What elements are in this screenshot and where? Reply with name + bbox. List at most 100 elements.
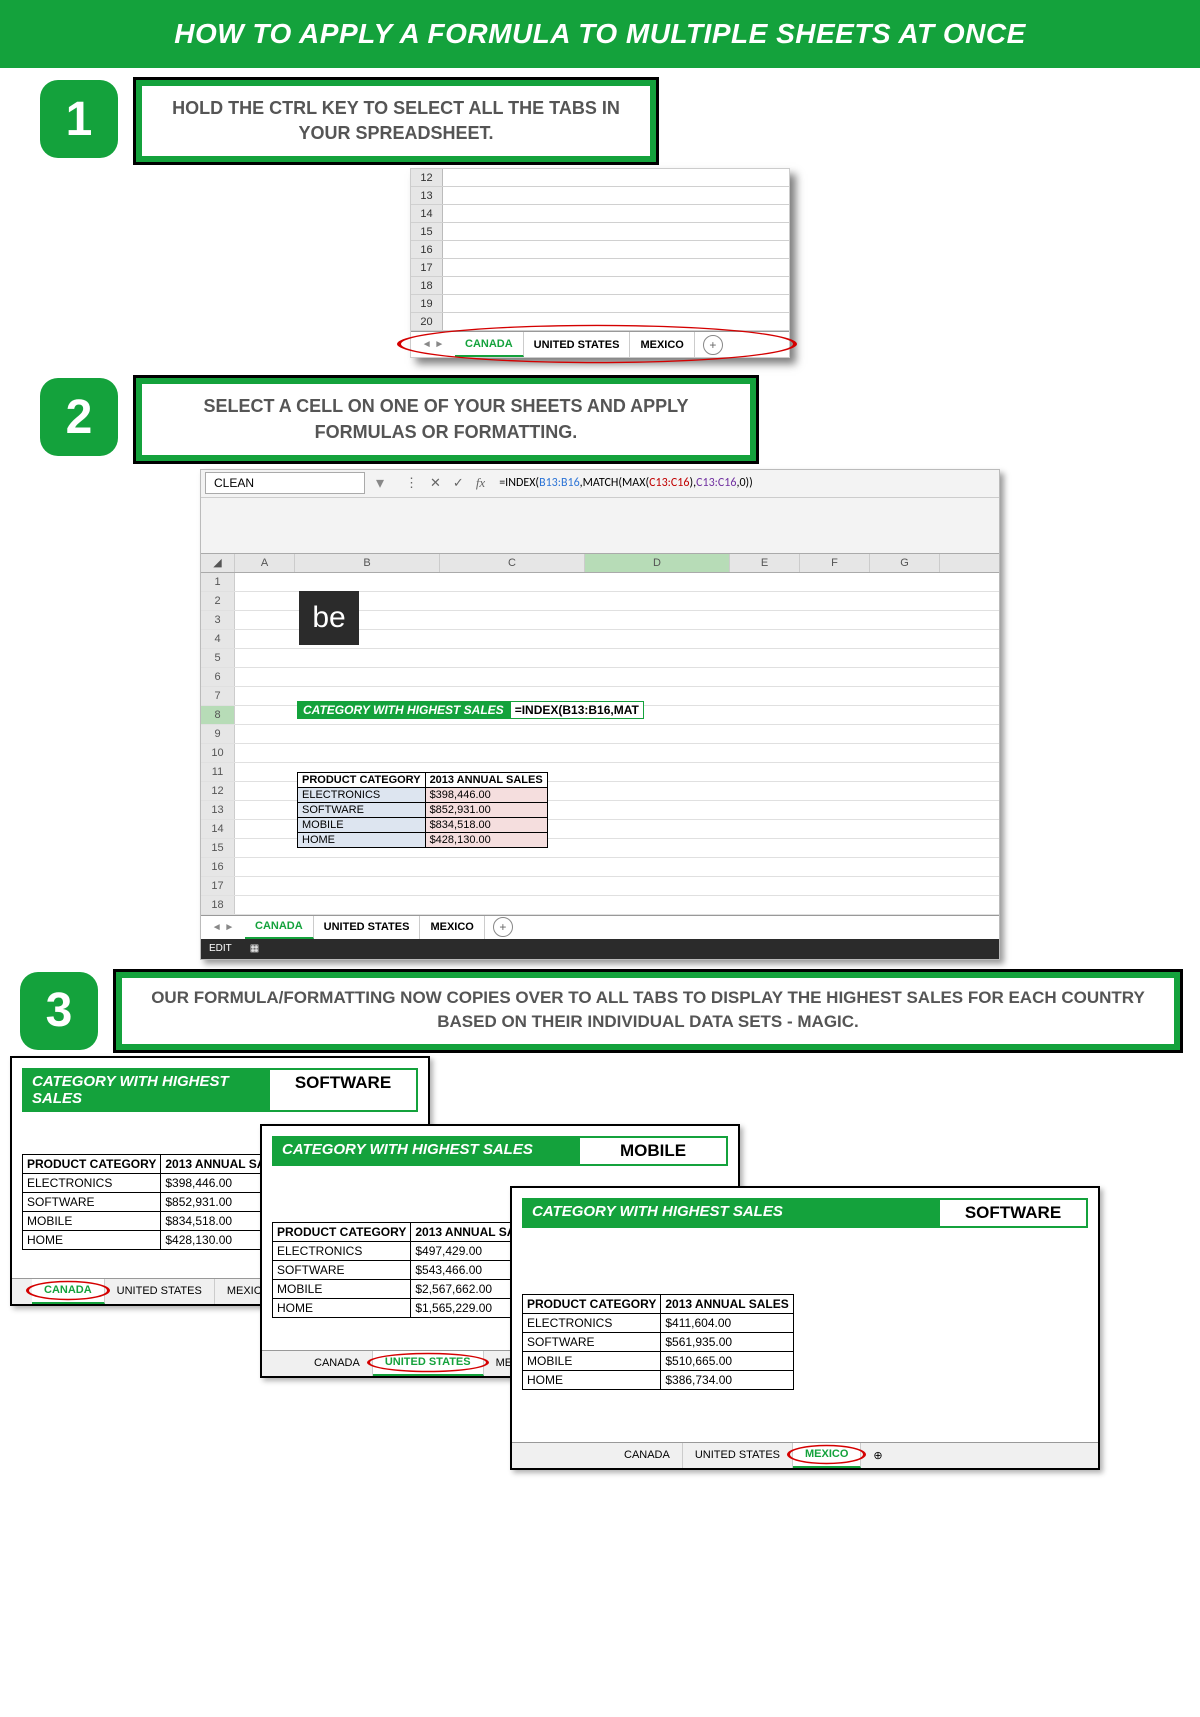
table-cell[interactable]: HOME xyxy=(273,1298,411,1317)
table-cell[interactable]: $834,518.00 xyxy=(425,817,547,832)
row-header[interactable]: 14 xyxy=(411,205,443,222)
result-value: SOFTWARE xyxy=(268,1068,418,1112)
row-header[interactable]: 14 xyxy=(201,820,235,838)
add-sheet-icon[interactable]: ⊕ xyxy=(861,1443,894,1468)
sheet-tab-canada[interactable]: CANADA xyxy=(245,916,314,939)
tab-nav-arrows[interactable]: ◄ ► xyxy=(201,922,245,933)
table-cell[interactable]: $510,665.00 xyxy=(661,1351,793,1370)
table-cell[interactable]: ELECTRONICS xyxy=(523,1313,661,1332)
row-header[interactable]: 13 xyxy=(411,187,443,204)
sheet-tab-canada[interactable]: CANADA xyxy=(455,332,524,357)
step1-text: HOLD THE CTRL KEY TO SELECT ALL THE TABS… xyxy=(172,96,620,146)
row-header[interactable]: 9 xyxy=(201,725,235,743)
row-header[interactable]: 7 xyxy=(201,687,235,705)
step2-screenshot: ▾ ⋮ ✕ ✓ fx =INDEX(B13:B16,MATCH(MAX(C13:… xyxy=(200,469,1000,960)
table-cell[interactable]: $386,734.00 xyxy=(661,1370,793,1389)
col-header[interactable]: B xyxy=(295,554,440,572)
data-table: PRODUCT CATEGORY2013 ANNUAL SALES ELECTR… xyxy=(272,1222,544,1318)
table-cell[interactable]: SOFTWARE xyxy=(23,1192,161,1211)
row-header[interactable]: 17 xyxy=(411,259,443,276)
cancel-formula-icon[interactable]: ✕ xyxy=(430,475,441,491)
result-value: SOFTWARE xyxy=(938,1198,1088,1228)
table-cell[interactable]: $561,935.00 xyxy=(661,1332,793,1351)
highest-sales-label: CATEGORY WITH HIGHEST SALES xyxy=(272,1136,578,1166)
table-cell[interactable]: HOME xyxy=(23,1230,161,1249)
col-header[interactable]: E xyxy=(730,554,800,572)
row-header[interactable]: 19 xyxy=(411,295,443,312)
row-header[interactable]: 12 xyxy=(201,782,235,800)
row-header[interactable]: 10 xyxy=(201,744,235,762)
sheet-tab-us[interactable]: UNITED STATES xyxy=(683,1443,793,1468)
table-cell[interactable]: MOBILE xyxy=(273,1279,411,1298)
row-header[interactable]: 4 xyxy=(201,630,235,648)
highest-sales-label: CATEGORY WITH HIGHEST SALES xyxy=(22,1068,268,1112)
step3-text: OUR FORMULA/FORMATTING NOW COPIES OVER T… xyxy=(116,972,1180,1050)
sheet-tab-canada[interactable]: CANADA xyxy=(612,1443,683,1468)
table-cell[interactable]: MOBILE xyxy=(523,1351,661,1370)
row-header[interactable]: 1 xyxy=(201,573,235,591)
row-header[interactable]: 8 xyxy=(201,706,235,724)
row-header[interactable]: 15 xyxy=(201,839,235,857)
step1-number: 1 xyxy=(40,80,118,158)
row-header[interactable]: 12 xyxy=(411,169,443,186)
enter-formula-icon[interactable]: ✓ xyxy=(453,475,464,491)
formula-expand-icon[interactable]: ⋮ xyxy=(405,475,418,491)
step3-number: 3 xyxy=(20,972,98,1050)
table-cell[interactable]: MOBILE xyxy=(23,1211,161,1230)
sheet-tab-us[interactable]: UNITED STATES xyxy=(105,1279,215,1304)
row-header[interactable]: 17 xyxy=(201,877,235,895)
row-header[interactable]: 16 xyxy=(201,858,235,876)
table-cell[interactable]: ELECTRONICS xyxy=(298,787,426,802)
fx-icon[interactable]: fx xyxy=(476,475,485,491)
row-header[interactable]: 3 xyxy=(201,611,235,629)
step1-screenshot: 12 13 14 15 16 17 18 19 20 ◄ ► CANADA UN… xyxy=(410,168,790,358)
row-header[interactable]: 6 xyxy=(201,668,235,686)
row-header[interactable]: 5 xyxy=(201,649,235,667)
table-cell[interactable]: $398,446.00 xyxy=(425,787,547,802)
sheet-tab-mexico[interactable]: MEXICO xyxy=(630,332,694,357)
step2-header: 2 SELECT A CELL ON ONE OF YOUR SHEETS AN… xyxy=(0,378,1200,460)
table-cell[interactable]: SOFTWARE xyxy=(298,802,426,817)
row-header[interactable]: 18 xyxy=(411,277,443,294)
sheet-tab-us[interactable]: UNITED STATES xyxy=(373,1351,484,1376)
highest-sales-label: CATEGORY WITH HIGHEST SALES xyxy=(297,701,510,719)
formula-bar[interactable]: =INDEX(B13:B16,MATCH(MAX(C13:C16),C13:C1… xyxy=(495,476,753,490)
col-header[interactable]: F xyxy=(800,554,870,572)
sheet-tab-canada[interactable]: CANADA xyxy=(302,1351,373,1376)
table-cell[interactable]: ELECTRONICS xyxy=(23,1173,161,1192)
table-cell[interactable]: MOBILE xyxy=(298,817,426,832)
sheet-tab-us[interactable]: UNITED STATES xyxy=(314,916,421,939)
table-cell[interactable]: $852,931.00 xyxy=(425,802,547,817)
col-header[interactable]: G xyxy=(870,554,940,572)
col-header[interactable]: A xyxy=(235,554,295,572)
table-cell[interactable]: ELECTRONICS xyxy=(273,1241,411,1260)
table-cell[interactable]: SOFTWARE xyxy=(273,1260,411,1279)
sheet-tab-mexico[interactable]: MEXICO xyxy=(420,916,484,939)
row-header[interactable]: 20 xyxy=(411,313,443,330)
sheet-tab-us[interactable]: UNITED STATES xyxy=(524,332,631,357)
row-header[interactable]: 18 xyxy=(201,896,235,914)
col-header[interactable]: C xyxy=(440,554,585,572)
sheet-tab-canada[interactable]: CANADA xyxy=(32,1279,105,1304)
row-header[interactable]: 15 xyxy=(411,223,443,240)
row-header[interactable]: 13 xyxy=(201,801,235,819)
name-box[interactable] xyxy=(205,472,365,494)
row-header[interactable]: 16 xyxy=(411,241,443,258)
table-cell[interactable]: HOME xyxy=(298,832,426,847)
tab-nav-arrows[interactable]: ◄ ► xyxy=(411,339,455,350)
step2-number: 2 xyxy=(40,378,118,456)
table-cell[interactable]: SOFTWARE xyxy=(523,1332,661,1351)
macro-record-icon[interactable]: ▦ xyxy=(250,943,259,954)
add-sheet-icon[interactable]: + xyxy=(703,335,723,355)
active-cell[interactable]: =INDEX(B13:B16,MAT xyxy=(510,701,644,719)
select-all-corner[interactable]: ◢ xyxy=(201,554,235,572)
row-header[interactable]: 11 xyxy=(201,763,235,781)
data-table: PRODUCT CATEGORY2013 ANNUAL SALES ELECTR… xyxy=(22,1154,294,1250)
add-sheet-icon[interactable]: + xyxy=(493,917,513,937)
table-cell[interactable]: HOME xyxy=(523,1370,661,1389)
row-header[interactable]: 2 xyxy=(201,592,235,610)
table-cell[interactable]: $411,604.00 xyxy=(661,1313,793,1332)
sheet-tab-mexico[interactable]: MEXICO xyxy=(793,1443,861,1468)
table-cell[interactable]: $428,130.00 xyxy=(425,832,547,847)
col-header[interactable]: D xyxy=(585,554,730,572)
